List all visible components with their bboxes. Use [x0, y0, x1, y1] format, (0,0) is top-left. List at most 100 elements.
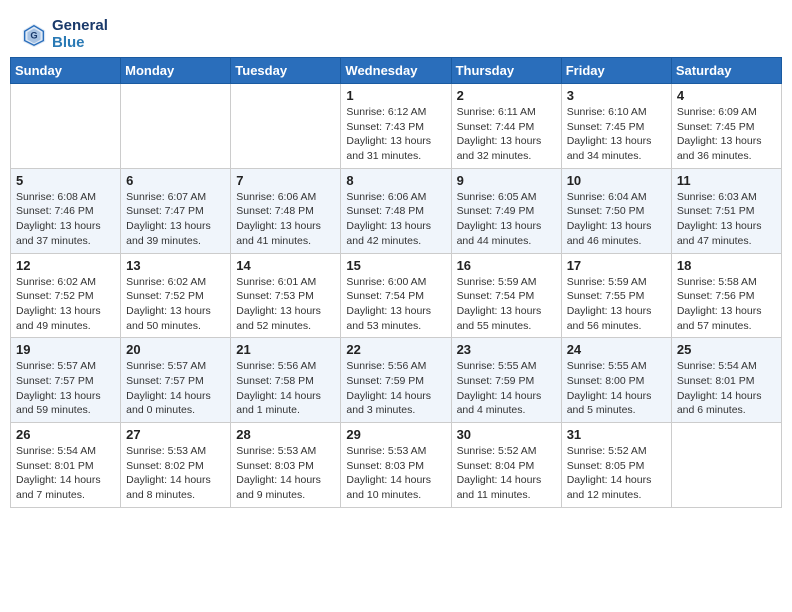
- day-info: Sunrise: 5:53 AM Sunset: 8:02 PM Dayligh…: [126, 444, 225, 503]
- calendar-day-4: 4 Sunrise: 6:09 AM Sunset: 7:45 PM Daylig…: [671, 84, 781, 169]
- day-info: Sunrise: 6:04 AM Sunset: 7:50 PM Dayligh…: [567, 190, 666, 249]
- day-number: 30: [457, 427, 556, 442]
- calendar-day-15: 15Sunrise: 6:00 AM Sunset: 7:54 PM Dayli…: [341, 253, 451, 338]
- day-info: Sunrise: 6:08 AM Sunset: 7:46 PM Dayligh…: [16, 190, 115, 249]
- day-info: Sunrise: 6:00 AM Sunset: 7:54 PM Dayligh…: [346, 275, 445, 334]
- day-info: Sunrise: 6:11 AM Sunset: 7:44 PM Dayligh…: [457, 105, 556, 164]
- calendar-day-7: 7Sunrise: 6:06 AM Sunset: 7:48 PM Daylig…: [231, 168, 341, 253]
- calendar-day-5: 5 Sunrise: 6:08 AM Sunset: 7:46 PM Daylig…: [11, 168, 121, 253]
- day-info: Sunrise: 5:55 AM Sunset: 8:00 PM Dayligh…: [567, 359, 666, 418]
- day-number: 1: [346, 88, 445, 103]
- day-info: Sunrise: 6:09 AM Sunset: 7:45 PM Dayligh…: [677, 105, 776, 164]
- calendar-day-2: 2Sunrise: 6:11 AM Sunset: 7:44 PM Daylig…: [451, 84, 561, 169]
- calendar-day-1: 1 Sunrise: 6:12 AM Sunset: 7:43 PM Daylig…: [341, 84, 451, 169]
- day-number: 3: [567, 88, 666, 103]
- header-monday: Monday: [121, 58, 231, 84]
- calendar-day-10: 10Sunrise: 6:04 AM Sunset: 7:50 PM Dayli…: [561, 168, 671, 253]
- calendar-day-3: 3 Sunrise: 6:10 AM Sunset: 7:45 PM Daylig…: [561, 84, 671, 169]
- calendar-week-1: 5 Sunrise: 6:08 AM Sunset: 7:46 PM Daylig…: [11, 168, 782, 253]
- day-info: Sunrise: 5:59 AM Sunset: 7:55 PM Dayligh…: [567, 275, 666, 334]
- day-info: Sunrise: 5:57 AM Sunset: 7:57 PM Dayligh…: [126, 359, 225, 418]
- calendar-day-25: 25 Sunrise: 5:54 AM Sunset: 8:01 PM Dayli…: [671, 338, 781, 423]
- calendar-day-13: 13Sunrise: 6:02 AM Sunset: 7:52 PM Dayli…: [121, 253, 231, 338]
- day-number: 25: [677, 342, 776, 357]
- calendar-day-8: 8 Sunrise: 6:06 AM Sunset: 7:48 PM Daylig…: [341, 168, 451, 253]
- day-info: Sunrise: 5:56 AM Sunset: 7:58 PM Dayligh…: [236, 359, 335, 418]
- logo-text: General Blue: [52, 18, 108, 51]
- day-info: Sunrise: 5:53 AM Sunset: 8:03 PM Dayligh…: [236, 444, 335, 503]
- calendar-day-28: 28 Sunrise: 5:53 AM Sunset: 8:03 PM Dayli…: [231, 423, 341, 508]
- day-number: 5: [16, 173, 115, 188]
- day-number: 18: [677, 258, 776, 273]
- day-number: 22: [346, 342, 445, 357]
- svg-text:G: G: [30, 30, 37, 40]
- day-info: Sunrise: 6:06 AM Sunset: 7:48 PM Dayligh…: [346, 190, 445, 249]
- calendar-empty-cell: [671, 423, 781, 508]
- day-info: Sunrise: 6:02 AM Sunset: 7:52 PM Dayligh…: [16, 275, 115, 334]
- header-tuesday: Tuesday: [231, 58, 341, 84]
- calendar-day-16: 16 Sunrise: 5:59 AM Sunset: 7:54 PM Dayli…: [451, 253, 561, 338]
- calendar-day-20: 20 Sunrise: 5:57 AM Sunset: 7:57 PM Dayli…: [121, 338, 231, 423]
- day-info: Sunrise: 5:59 AM Sunset: 7:54 PM Dayligh…: [457, 275, 556, 334]
- calendar-day-19: 19Sunrise: 5:57 AM Sunset: 7:57 PM Dayli…: [11, 338, 121, 423]
- day-number: 14: [236, 258, 335, 273]
- calendar-day-24: 24 Sunrise: 5:55 AM Sunset: 8:00 PM Dayli…: [561, 338, 671, 423]
- calendar-day-21: 21 Sunrise: 5:56 AM Sunset: 7:58 PM Dayli…: [231, 338, 341, 423]
- day-info: Sunrise: 5:52 AM Sunset: 8:04 PM Dayligh…: [457, 444, 556, 503]
- calendar-empty-cell: [231, 84, 341, 169]
- calendar-day-11: 11Sunrise: 6:03 AM Sunset: 7:51 PM Dayli…: [671, 168, 781, 253]
- day-number: 16: [457, 258, 556, 273]
- calendar-day-6: 6 Sunrise: 6:07 AM Sunset: 7:47 PM Daylig…: [121, 168, 231, 253]
- calendar-day-9: 9 Sunrise: 6:05 AM Sunset: 7:49 PM Daylig…: [451, 168, 561, 253]
- calendar-day-18: 18 Sunrise: 5:58 AM Sunset: 7:56 PM Dayli…: [671, 253, 781, 338]
- day-number: 28: [236, 427, 335, 442]
- day-info: Sunrise: 6:05 AM Sunset: 7:49 PM Dayligh…: [457, 190, 556, 249]
- day-info: Sunrise: 5:57 AM Sunset: 7:57 PM Dayligh…: [16, 359, 115, 418]
- day-info: Sunrise: 6:07 AM Sunset: 7:47 PM Dayligh…: [126, 190, 225, 249]
- calendar-day-14: 14Sunrise: 6:01 AM Sunset: 7:53 PM Dayli…: [231, 253, 341, 338]
- day-info: Sunrise: 5:56 AM Sunset: 7:59 PM Dayligh…: [346, 359, 445, 418]
- calendar-week-3: 19Sunrise: 5:57 AM Sunset: 7:57 PM Dayli…: [11, 338, 782, 423]
- day-number: 31: [567, 427, 666, 442]
- calendar-week-4: 26Sunrise: 5:54 AM Sunset: 8:01 PM Dayli…: [11, 423, 782, 508]
- page-header: G General Blue: [10, 10, 782, 57]
- header-friday: Friday: [561, 58, 671, 84]
- day-number: 8: [346, 173, 445, 188]
- day-number: 12: [16, 258, 115, 273]
- calendar-day-31: 31Sunrise: 5:52 AM Sunset: 8:05 PM Dayli…: [561, 423, 671, 508]
- calendar-day-30: 30 Sunrise: 5:52 AM Sunset: 8:04 PM Dayli…: [451, 423, 561, 508]
- day-number: 13: [126, 258, 225, 273]
- day-number: 21: [236, 342, 335, 357]
- day-number: 24: [567, 342, 666, 357]
- day-info: Sunrise: 6:10 AM Sunset: 7:45 PM Dayligh…: [567, 105, 666, 164]
- day-number: 4: [677, 88, 776, 103]
- day-number: 26: [16, 427, 115, 442]
- logo-icon: G: [20, 21, 48, 49]
- calendar-day-26: 26Sunrise: 5:54 AM Sunset: 8:01 PM Dayli…: [11, 423, 121, 508]
- calendar-day-12: 12 Sunrise: 6:02 AM Sunset: 7:52 PM Dayli…: [11, 253, 121, 338]
- day-info: Sunrise: 6:06 AM Sunset: 7:48 PM Dayligh…: [236, 190, 335, 249]
- calendar-day-27: 27Sunrise: 5:53 AM Sunset: 8:02 PM Dayli…: [121, 423, 231, 508]
- day-number: 17: [567, 258, 666, 273]
- calendar-day-17: 17 Sunrise: 5:59 AM Sunset: 7:55 PM Dayli…: [561, 253, 671, 338]
- calendar-day-22: 22 Sunrise: 5:56 AM Sunset: 7:59 PM Dayli…: [341, 338, 451, 423]
- day-number: 20: [126, 342, 225, 357]
- calendar-table: SundayMondayTuesdayWednesdayThursdayFrid…: [10, 57, 782, 508]
- day-info: Sunrise: 6:12 AM Sunset: 7:43 PM Dayligh…: [346, 105, 445, 164]
- header-wednesday: Wednesday: [341, 58, 451, 84]
- logo: G General Blue: [20, 18, 108, 51]
- calendar-header-row: SundayMondayTuesdayWednesdayThursdayFrid…: [11, 58, 782, 84]
- day-info: Sunrise: 5:53 AM Sunset: 8:03 PM Dayligh…: [346, 444, 445, 503]
- header-saturday: Saturday: [671, 58, 781, 84]
- calendar-empty-cell: [11, 84, 121, 169]
- day-info: Sunrise: 5:58 AM Sunset: 7:56 PM Dayligh…: [677, 275, 776, 334]
- calendar-day-23: 23 Sunrise: 5:55 AM Sunset: 7:59 PM Dayli…: [451, 338, 561, 423]
- day-number: 9: [457, 173, 556, 188]
- day-info: Sunrise: 5:54 AM Sunset: 8:01 PM Dayligh…: [677, 359, 776, 418]
- header-sunday: Sunday: [11, 58, 121, 84]
- day-info: Sunrise: 6:03 AM Sunset: 7:51 PM Dayligh…: [677, 190, 776, 249]
- header-thursday: Thursday: [451, 58, 561, 84]
- day-number: 6: [126, 173, 225, 188]
- day-number: 23: [457, 342, 556, 357]
- day-info: Sunrise: 5:55 AM Sunset: 7:59 PM Dayligh…: [457, 359, 556, 418]
